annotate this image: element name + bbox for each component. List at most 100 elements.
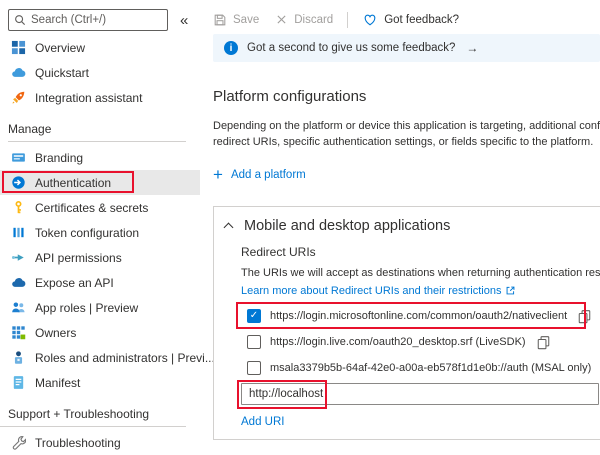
group-label: Manage — [8, 122, 51, 136]
search-input[interactable] — [31, 14, 155, 26]
sidebar-item-authentication[interactable]: Authentication — [0, 170, 200, 195]
sidebar-item-branding[interactable]: Branding — [0, 145, 200, 170]
group-label: Support + Troubleshooting — [8, 407, 149, 421]
sidebar-item-owners[interactable]: Owners — [0, 320, 200, 345]
description-line: Depending on the platform or device this… — [213, 118, 600, 134]
feedback-banner[interactable]: i Got a second to give us some feedback?… — [213, 34, 600, 62]
uri-checkbox-checked[interactable]: ✓ — [247, 309, 261, 323]
sidebar-item-integration-assistant[interactable]: Integration assistant — [0, 85, 200, 110]
uri-checkbox-unchecked[interactable] — [247, 361, 261, 375]
close-icon — [275, 13, 288, 26]
sidebar-item-label: Authentication — [35, 176, 111, 190]
sidebar-item-token-configuration[interactable]: Token configuration — [0, 220, 200, 245]
sidebar-item-certificates-secrets[interactable]: Certificates & secrets — [0, 195, 200, 220]
sidebar-item-label: Roles and administrators | Previ... — [35, 351, 215, 365]
sidebar-item-roles-administrators[interactable]: Roles and administrators | Previ... — [0, 345, 200, 370]
arrow-right-icon: → — [466, 41, 478, 55]
discard-button[interactable]: Discard — [275, 13, 333, 26]
platform-description: Depending on the platform or device this… — [213, 118, 600, 150]
save-label: Save — [233, 14, 259, 26]
command-bar: Save Discard Got feedback? — [213, 0, 600, 30]
sign-in-icon — [10, 175, 26, 191]
search-box[interactable] — [8, 9, 168, 31]
external-link-icon — [505, 285, 516, 296]
person-badge-icon — [10, 350, 26, 366]
card-body: Redirect URIs The URIs we will accept as… — [225, 245, 600, 431]
feedback-label: Got feedback? — [384, 14, 459, 26]
sidebar: « Overview Quickstart Integration assist… — [0, 0, 200, 449]
sidebar-item-label: App roles | Preview — [35, 301, 138, 315]
learn-more-link[interactable]: Learn more about Redirect URIs and their… — [241, 283, 516, 298]
sidebar-item-app-roles[interactable]: App roles | Preview — [0, 295, 200, 320]
divider — [8, 141, 186, 142]
uri-row: https://login.live.com/oauth20_desktop.s… — [241, 329, 600, 355]
arrow-dart-icon — [10, 250, 26, 266]
uri-value: msala3379b5b-64af-42e0-a00a-eb578f1d1e0b… — [270, 362, 591, 374]
collapse-sidebar-button[interactable]: « — [180, 13, 188, 28]
sidebar-item-label: Troubleshooting — [35, 436, 121, 450]
sidebar-item-label: API permissions — [35, 251, 122, 265]
bars-icon — [10, 225, 26, 241]
branding-icon — [10, 150, 26, 166]
sidebar-item-label: Expose an API — [35, 276, 114, 290]
wrench-icon — [10, 435, 26, 451]
cloud-icon — [10, 275, 26, 291]
chevron-up-icon — [224, 223, 234, 233]
sidebar-item-manifest[interactable]: Manifest — [0, 370, 200, 395]
toolbar-separator — [347, 12, 348, 28]
sidebar-item-label: Branding — [35, 151, 83, 165]
sidebar-item-quickstart[interactable]: Quickstart — [0, 60, 200, 85]
discard-label: Discard — [294, 14, 333, 26]
sidebar-item-label: Token configuration — [35, 226, 139, 240]
sidebar-item-expose-an-api[interactable]: Expose an API — [0, 270, 200, 295]
uri-value: https://login.microsoftonline.com/common… — [270, 310, 567, 322]
sidebar-item-label: Quickstart — [35, 66, 89, 80]
description-line: redirect URIs, specific authentication s… — [213, 134, 600, 150]
people-icon — [10, 300, 26, 316]
page-title: Platform configurations — [213, 88, 600, 107]
sidebar-item-label: Manifest — [35, 376, 80, 390]
document-icon — [10, 375, 26, 391]
uri-checkbox-unchecked[interactable] — [247, 335, 261, 349]
plus-icon: + — [213, 168, 223, 182]
sidebar-item-label: Overview — [35, 41, 85, 55]
sidebar-search-row: « — [0, 8, 200, 32]
uri-value: https://login.live.com/oauth20_desktop.s… — [270, 336, 526, 348]
sidebar-group-support: Support + Troubleshooting — [0, 405, 200, 423]
sidebar-item-api-permissions[interactable]: API permissions — [0, 245, 200, 270]
uri-row: msala3379b5b-64af-42e0-a00a-eb578f1d1e0b… — [241, 355, 600, 381]
sidebar-item-overview[interactable]: Overview — [0, 35, 200, 60]
learn-more-label: Learn more about Redirect URIs and their… — [241, 285, 501, 297]
got-feedback-button[interactable]: Got feedback? — [362, 12, 459, 27]
mobile-desktop-section-header[interactable]: Mobile and desktop applications — [225, 216, 600, 236]
rocket-icon — [10, 90, 26, 106]
sidebar-group-manage: Manage — [0, 120, 200, 138]
save-button[interactable]: Save — [213, 13, 259, 27]
save-icon — [213, 13, 227, 27]
sidebar-item-label: Integration assistant — [35, 91, 142, 105]
sidebar-item-label: Certificates & secrets — [35, 201, 148, 215]
redirect-uri-list: ✓ https://login.microsoftonline.com/comm… — [241, 303, 600, 381]
sidebar-item-troubleshooting[interactable]: Troubleshooting — [0, 430, 200, 455]
mobile-desktop-card: Mobile and desktop applications Redirect… — [213, 206, 600, 440]
copy-icon[interactable] — [536, 335, 551, 350]
sidebar-item-label: Owners — [35, 326, 76, 340]
add-platform-button[interactable]: + Add a platform — [213, 165, 306, 185]
info-icon: i — [224, 41, 238, 55]
heart-icon — [362, 12, 378, 27]
section-title: Mobile and desktop applications — [244, 218, 450, 234]
copy-icon[interactable] — [577, 309, 592, 324]
main-content: Save Discard Got feedback? i Got a secon… — [213, 0, 600, 440]
add-platform-label: Add a platform — [231, 169, 306, 181]
cloud-icon — [10, 65, 26, 81]
uri-row: ✓ https://login.microsoftonline.com/comm… — [241, 303, 600, 329]
divider — [0, 426, 186, 427]
grid-person-icon — [10, 325, 26, 341]
add-uri-link[interactable]: Add URI — [241, 416, 284, 431]
key-icon — [10, 200, 26, 216]
banner-text: Got a second to give us some feedback? — [247, 42, 455, 54]
redirect-uri-input[interactable] — [241, 383, 599, 405]
search-icon — [14, 14, 26, 26]
grid-icon — [10, 40, 26, 56]
new-uri-row — [241, 383, 600, 407]
